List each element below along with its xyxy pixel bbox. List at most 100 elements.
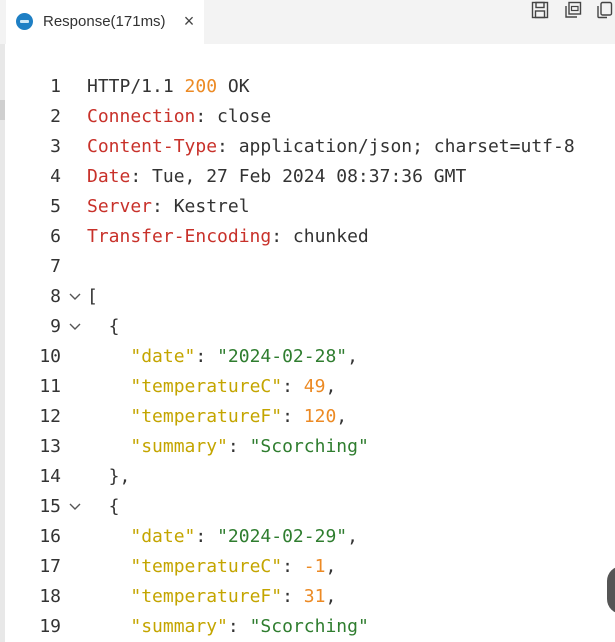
code-token: : bbox=[195, 526, 218, 547]
code-line: 3 Content-Type: application/json; charset… bbox=[0, 132, 615, 162]
api-client-icon bbox=[16, 13, 33, 30]
code-text: "temperatureC": -1, bbox=[87, 552, 336, 582]
line-number: 2 bbox=[50, 106, 61, 127]
code-token: "temperatureC" bbox=[130, 556, 283, 577]
code-token: "Scorching" bbox=[249, 616, 369, 637]
line-number: 4 bbox=[50, 166, 61, 187]
code-token: "2024-02-28" bbox=[217, 346, 348, 367]
code-token: : Kestrel bbox=[152, 196, 250, 217]
code-token: : bbox=[195, 346, 218, 367]
code-text: "summary": "Scorching" bbox=[87, 432, 369, 462]
fold-chevron-icon[interactable] bbox=[68, 312, 82, 342]
line-number: 12 bbox=[39, 406, 61, 427]
code-text: Connection: close bbox=[87, 102, 271, 132]
line-number: 6 bbox=[50, 226, 61, 247]
code-token: "2024-02-29" bbox=[217, 526, 348, 547]
line-number: 8 bbox=[50, 286, 61, 307]
code-token: : bbox=[227, 616, 250, 637]
code-token: { bbox=[87, 496, 120, 517]
code-line: 12 "temperatureF": 120, bbox=[0, 402, 615, 432]
fold-chevron-icon[interactable] bbox=[68, 492, 82, 522]
code-text: "date": "2024-02-28", bbox=[87, 342, 358, 372]
code-token: Content-Type bbox=[87, 136, 218, 157]
copy-all-icon[interactable] bbox=[563, 0, 583, 20]
line-number: 9 bbox=[50, 316, 61, 337]
code-line: 5 Server: Kestrel bbox=[0, 192, 615, 222]
scrollbar-thumb[interactable] bbox=[607, 566, 615, 614]
code-text: Server: Kestrel bbox=[87, 192, 250, 222]
code-token: -1 bbox=[303, 556, 326, 577]
code-line: 1 HTTP/1.1 200 OK bbox=[0, 72, 615, 102]
code-text: "temperatureF": 31, bbox=[87, 582, 336, 612]
code-line: 10 "date": "2024-02-28", bbox=[0, 342, 615, 372]
code-token: 120 bbox=[303, 406, 337, 427]
line-number: 15 bbox=[39, 496, 61, 517]
code-text: "temperatureC": 49, bbox=[87, 372, 336, 402]
code-token: "temperatureF" bbox=[130, 406, 283, 427]
code-token: , bbox=[347, 526, 358, 547]
code-token: Server bbox=[87, 196, 153, 217]
code-token: "date" bbox=[130, 346, 196, 367]
code-text: }, bbox=[87, 462, 131, 492]
code-text: Content-Type: application/json; charset=… bbox=[87, 132, 575, 162]
code-token: : bbox=[282, 376, 304, 397]
code-token: "summary" bbox=[130, 436, 228, 457]
code-line: 19 "summary": "Scorching" bbox=[0, 612, 615, 642]
line-number: 14 bbox=[39, 466, 61, 487]
close-icon[interactable]: × bbox=[180, 11, 198, 31]
code-text: Transfer-Encoding: chunked bbox=[87, 222, 369, 252]
code-line: 9 { bbox=[0, 312, 615, 342]
code-line: 18 "temperatureF": 31, bbox=[0, 582, 615, 612]
code-text: Date: Tue, 27 Feb 2024 08:37:36 GMT bbox=[87, 162, 466, 192]
code-text: "date": "2024-02-29", bbox=[87, 522, 358, 552]
line-number: 17 bbox=[39, 556, 61, 577]
code-token: : application/json; charset=utf-8 bbox=[217, 136, 575, 157]
line-number: 7 bbox=[50, 256, 61, 277]
code-line: 2 Connection: close bbox=[0, 102, 615, 132]
line-number: 1 bbox=[50, 76, 61, 97]
code-token: 200 bbox=[184, 76, 218, 97]
code-line: 13 "summary": "Scorching" bbox=[0, 432, 615, 462]
code-token: , bbox=[347, 346, 358, 367]
tab-title: Response(171ms) bbox=[43, 13, 166, 30]
code-token: "summary" bbox=[130, 616, 228, 637]
line-number: 16 bbox=[39, 526, 61, 547]
code-token: "Scorching" bbox=[249, 436, 369, 457]
code-token: [ bbox=[87, 286, 98, 307]
code-line: 15 { bbox=[0, 492, 615, 522]
code-token: Connection bbox=[87, 106, 196, 127]
code-token: { bbox=[87, 316, 120, 337]
code-token: , bbox=[325, 376, 337, 397]
line-number: 10 bbox=[39, 346, 61, 367]
code-line: 17 "temperatureC": -1, bbox=[0, 552, 615, 582]
line-number: 5 bbox=[50, 196, 61, 217]
code-line: 11 "temperatureC": 49, bbox=[0, 372, 615, 402]
tab-response[interactable]: Response(171ms) × bbox=[6, 0, 204, 44]
code-token: "temperatureC" bbox=[130, 376, 283, 397]
tab-bar: Response(171ms) × bbox=[0, 0, 615, 44]
code-line: 6 Transfer-Encoding: chunked bbox=[0, 222, 615, 252]
code-token: : bbox=[282, 406, 304, 427]
copy-icon[interactable] bbox=[594, 0, 614, 20]
code-token: : Tue, 27 Feb 2024 08:37:36 GMT bbox=[130, 166, 467, 187]
code-token: : chunked bbox=[271, 226, 369, 247]
code-text: { bbox=[87, 312, 120, 342]
save-icon[interactable] bbox=[530, 0, 550, 20]
code-token: HTTP/1.1 bbox=[87, 76, 185, 97]
code-line: 4 Date: Tue, 27 Feb 2024 08:37:36 GMT bbox=[0, 162, 615, 192]
line-number: 11 bbox=[39, 376, 61, 397]
fold-chevron-icon[interactable] bbox=[68, 282, 82, 312]
code-line: 8[ bbox=[0, 282, 615, 312]
code-token: , bbox=[325, 556, 337, 577]
code-token: OK bbox=[217, 76, 250, 97]
code-token: , bbox=[325, 586, 337, 607]
code-token: : bbox=[282, 556, 304, 577]
code-text: "temperatureF": 120, bbox=[87, 402, 347, 432]
